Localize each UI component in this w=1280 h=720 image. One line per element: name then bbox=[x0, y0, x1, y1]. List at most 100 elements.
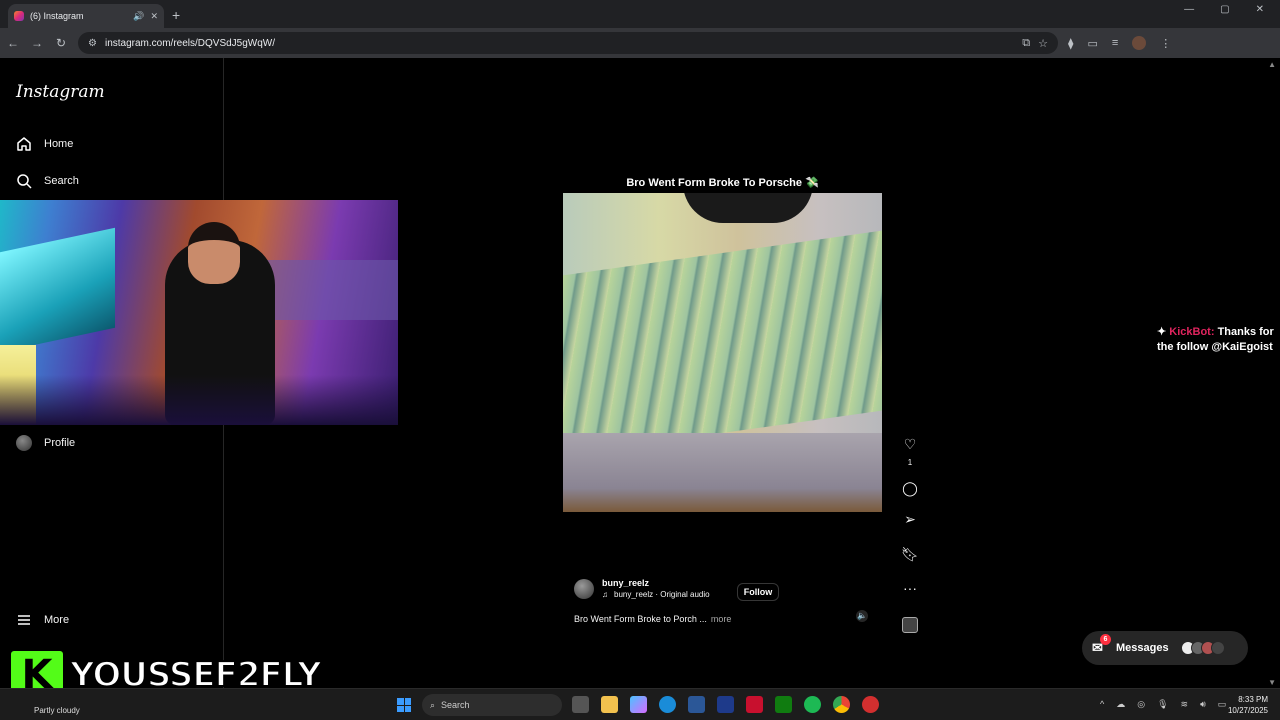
author-avatar[interactable] bbox=[574, 578, 594, 599]
volume-tray-icon[interactable]: 🔊︎ bbox=[1200, 699, 1206, 710]
instagram-logo[interactable]: Instagram bbox=[16, 82, 105, 102]
forward-arrow-icon[interactable]: → bbox=[30, 36, 44, 50]
bookmark-star-icon[interactable]: ☆ bbox=[1038, 37, 1048, 50]
browser-tab[interactable]: (6) Instagram 🔊 ✕ bbox=[8, 4, 164, 28]
xbox-icon[interactable] bbox=[775, 696, 792, 713]
scroll-down-icon[interactable]: ▼ bbox=[1268, 678, 1276, 687]
webcam-person-head bbox=[188, 222, 240, 284]
toolbar-icons: ⧫ ▭ ≡ ⋮ bbox=[1068, 36, 1171, 50]
extensions-icon[interactable]: ⧫ bbox=[1068, 37, 1073, 50]
video-bag bbox=[683, 193, 813, 223]
instagram-favicon-icon bbox=[14, 11, 24, 21]
close-window-icon[interactable]: ✕ bbox=[1256, 4, 1264, 15]
sidebar-item-label: Profile bbox=[44, 437, 76, 449]
audio-label: buny_reelz · Original audio bbox=[614, 590, 710, 599]
avatar bbox=[16, 435, 32, 451]
scroll-up-icon[interactable]: ▲ bbox=[1268, 60, 1276, 69]
audio-thumbnail[interactable] bbox=[902, 617, 918, 633]
split-view-icon[interactable]: ▭ bbox=[1087, 37, 1097, 50]
maximize-icon[interactable]: ▢ bbox=[1220, 4, 1229, 15]
reel-video[interactable] bbox=[563, 193, 882, 512]
home-icon bbox=[16, 136, 32, 152]
more-options-icon[interactable]: ··· bbox=[900, 580, 920, 596]
reel-caption: Bro Went Form Broke to Porch ... more bbox=[574, 614, 731, 624]
author-name[interactable]: buny_reelz bbox=[602, 578, 710, 588]
search-icon bbox=[16, 173, 32, 189]
taskbar-search[interactable]: ⌕ Search bbox=[422, 694, 562, 716]
chrome-icon[interactable] bbox=[833, 696, 850, 713]
edge-icon[interactable] bbox=[659, 696, 676, 713]
caption-text: Bro Went Form Broke to Porch ... bbox=[574, 614, 707, 624]
chat-bot-name: KickBot: bbox=[1169, 326, 1215, 338]
comment-icon[interactable]: ◯ bbox=[900, 480, 920, 497]
speaker-icon[interactable]: 🔊 bbox=[133, 11, 144, 22]
profile-avatar[interactable] bbox=[1132, 36, 1147, 50]
file-explorer-icon[interactable] bbox=[601, 696, 618, 713]
media-icon[interactable]: ≡ bbox=[1112, 37, 1118, 49]
system-tray: ^ ☁ ◎ 🎙︎ ≋ 🔊︎ ▭ bbox=[1100, 699, 1226, 710]
webcam-pc-case bbox=[0, 227, 115, 353]
author-meta: buny_reelz ♫ buny_reelz · Original audio bbox=[602, 578, 710, 599]
minimize-icon[interactable]: — bbox=[1184, 4, 1194, 15]
microphone-icon[interactable]: 🎙︎ bbox=[1157, 699, 1168, 710]
sidebar-item-label: More bbox=[44, 614, 70, 626]
tab-title: (6) Instagram bbox=[30, 11, 84, 21]
like-heart-icon[interactable]: ♡ bbox=[900, 436, 920, 453]
new-tab-button[interactable]: + bbox=[172, 7, 180, 23]
back-arrow-icon[interactable]: ← bbox=[6, 36, 20, 50]
messages-badge: 6 bbox=[1100, 634, 1111, 645]
hamburger-icon bbox=[16, 612, 32, 628]
message-avatars bbox=[1180, 641, 1225, 655]
taskbar-clock[interactable]: 8:33 PM 10/27/2025 bbox=[1222, 694, 1268, 716]
mcafee-icon[interactable] bbox=[746, 696, 763, 713]
reel-author: buny_reelz ♫ buny_reelz · Original audio bbox=[574, 578, 710, 599]
taskbar-apps bbox=[572, 696, 879, 713]
windows-taskbar: Partly cloudy ⌕ Search ^ ☁ ◎ 🎙︎ ≋ 🔊︎ ▭ 8… bbox=[0, 688, 1280, 720]
windows-start-icon[interactable] bbox=[397, 698, 411, 712]
menu-kebab-icon[interactable]: ⋮ bbox=[1160, 37, 1171, 50]
messages-button[interactable]: ✉ 6 Messages bbox=[1082, 631, 1248, 665]
save-bookmark-icon[interactable]: 🔖︎ bbox=[900, 546, 920, 563]
chevron-up-icon[interactable]: ^ bbox=[1100, 699, 1104, 710]
sidebar-item-label: Home bbox=[44, 138, 74, 150]
site-info-icon[interactable]: ⚙ bbox=[88, 38, 97, 49]
tray-app2-icon[interactable]: ◎ bbox=[1137, 699, 1145, 710]
caption-more-link[interactable]: more bbox=[711, 614, 732, 624]
video-table bbox=[563, 433, 882, 512]
sidebar-item-more[interactable]: More bbox=[16, 612, 69, 628]
webcam-background bbox=[260, 260, 398, 320]
spotify-icon[interactable] bbox=[804, 696, 821, 713]
search-icon: ⌕ bbox=[430, 699, 436, 710]
share-send-icon[interactable]: ➢ bbox=[900, 511, 920, 528]
close-tab-icon[interactable]: ✕ bbox=[150, 11, 158, 22]
weather-text[interactable]: Partly cloudy bbox=[34, 706, 80, 715]
messenger-icon: ✉ 6 bbox=[1092, 634, 1111, 656]
tab-bar: (6) Instagram 🔊 ✕ + — ▢ ✕ bbox=[0, 0, 1280, 28]
reload-icon[interactable]: ↻ bbox=[54, 36, 68, 50]
store-icon[interactable] bbox=[688, 696, 705, 713]
clock-time: 8:33 PM bbox=[1238, 695, 1268, 704]
messages-label: Messages bbox=[1116, 642, 1169, 654]
tray-app-icon[interactable]: ☁ bbox=[1116, 699, 1125, 710]
sidebar-item-search[interactable]: Search bbox=[16, 173, 79, 189]
stream-chat-message: ✦ KickBot: Thanks for the follow @KaiEgo… bbox=[1157, 325, 1275, 355]
app-l-icon[interactable] bbox=[717, 696, 734, 713]
follow-button[interactable]: Follow bbox=[737, 583, 779, 601]
app-red-icon[interactable] bbox=[862, 696, 879, 713]
window-controls: — ▢ ✕ bbox=[1184, 4, 1280, 15]
install-icon[interactable]: ⧉ bbox=[1022, 37, 1030, 50]
url-input[interactable]: ⚙ instagram.com/reels/DQVSdJ5gWqW/ ⧉ ☆ bbox=[78, 32, 1058, 54]
copilot-icon[interactable] bbox=[630, 696, 647, 713]
sidebar-item-label: Search bbox=[44, 175, 79, 187]
audio-info[interactable]: ♫ buny_reelz · Original audio bbox=[602, 590, 710, 599]
task-view-icon[interactable] bbox=[572, 696, 589, 713]
reel-title: Bro Went Form Broke To Porsche 💸 bbox=[626, 177, 819, 189]
taskbar-search-placeholder: Search bbox=[441, 700, 470, 710]
sidebar-item-profile[interactable]: Profile bbox=[16, 435, 75, 451]
wifi-icon[interactable]: ≋ bbox=[1181, 699, 1189, 710]
volume-icon[interactable]: 🔈 bbox=[856, 610, 868, 622]
webcam-floor bbox=[0, 375, 398, 425]
address-bar: ← → ↻ ⚙ instagram.com/reels/DQVSdJ5gWqW/… bbox=[0, 28, 1280, 58]
sidebar-item-home[interactable]: Home bbox=[16, 136, 73, 152]
url-text: instagram.com/reels/DQVSdJ5gWqW/ bbox=[104, 37, 276, 49]
